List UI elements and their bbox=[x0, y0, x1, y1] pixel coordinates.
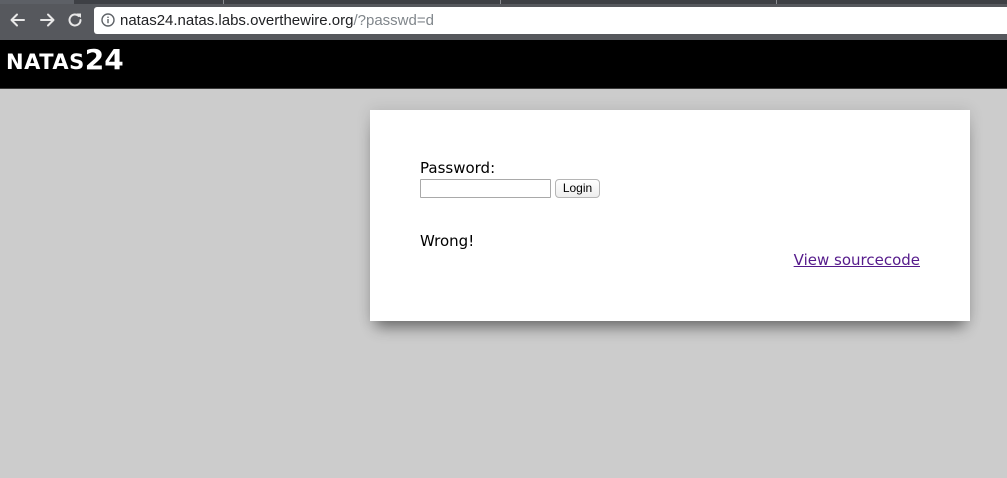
info-icon[interactable] bbox=[101, 13, 115, 27]
content-panel: Password: Login Wrong! View sourcecode bbox=[370, 110, 970, 321]
view-sourcecode-link[interactable]: View sourcecode bbox=[794, 251, 920, 269]
url-host: natas24.natas.labs.overthewire.org bbox=[120, 12, 354, 29]
password-label: Password: bbox=[420, 159, 496, 177]
arrow-right-icon bbox=[40, 13, 55, 27]
reload-button[interactable] bbox=[64, 9, 86, 31]
tab-separator bbox=[500, 0, 501, 4]
active-tab[interactable] bbox=[0, 0, 74, 4]
site-title: NATAS 24 bbox=[6, 46, 124, 74]
tab-separator bbox=[776, 0, 777, 4]
back-button[interactable] bbox=[7, 9, 29, 31]
login-button[interactable]: Login bbox=[555, 179, 600, 198]
forward-button[interactable] bbox=[36, 9, 58, 31]
arrow-left-icon bbox=[10, 13, 25, 27]
tab-strip bbox=[0, 0, 1007, 4]
url-path: /?passwd=d bbox=[353, 12, 434, 29]
tab-separator bbox=[223, 0, 224, 4]
url-text[interactable]: natas24.natas.labs.overthewire.org/?pass… bbox=[120, 11, 434, 30]
site-title-number: 24 bbox=[84, 43, 124, 76]
browser-toolbar: natas24.natas.labs.overthewire.org/?pass… bbox=[0, 0, 1007, 40]
password-input[interactable] bbox=[420, 179, 551, 198]
result-message: Wrong! bbox=[420, 232, 475, 250]
site-header: NATAS 24 bbox=[0, 40, 1007, 89]
reload-icon bbox=[68, 13, 82, 27]
address-bar[interactable]: natas24.natas.labs.overthewire.org/?pass… bbox=[94, 7, 1007, 34]
site-title-prefix: NATAS bbox=[6, 50, 85, 74]
